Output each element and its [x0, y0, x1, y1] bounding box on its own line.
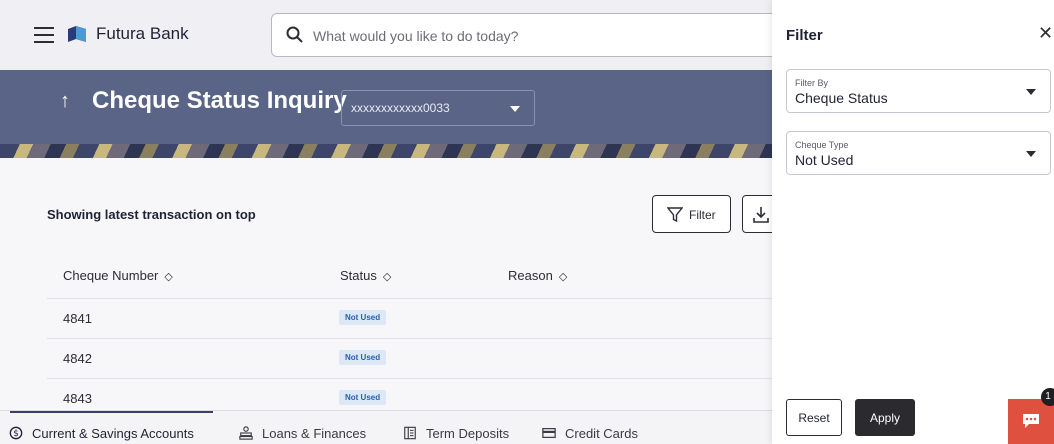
- tab-term-deposits[interactable]: Term Deposits: [402, 426, 509, 441]
- filter-panel: Filter ✕ Filter By Cheque Status Cheque …: [772, 0, 1054, 444]
- filter-panel-title: Filter: [786, 27, 823, 44]
- list-caption: Showing latest transaction on top: [47, 207, 256, 222]
- deposit-icon: [404, 426, 416, 440]
- apply-button[interactable]: Apply: [855, 399, 915, 436]
- cheque-type-value: Not Used: [795, 152, 854, 168]
- cheque-type-select[interactable]: Cheque Type Not Used: [786, 131, 1051, 175]
- filter-button-label: Filter: [689, 208, 716, 222]
- status-badge: Not Used: [339, 310, 387, 325]
- column-header-reason[interactable]: Reason ◇: [508, 268, 567, 283]
- table-row[interactable]: 4841 Not Used: [47, 298, 772, 338]
- search-icon: [286, 26, 303, 43]
- product-tabs: $ Current & Savings Accounts Loans & Fin…: [0, 410, 772, 444]
- page-banner: ↑ Cheque Status Inquiry xxxxxxxxxxxx0033: [0, 70, 772, 158]
- table-row[interactable]: 4842 Not Used: [47, 338, 772, 378]
- reset-button[interactable]: Reset: [786, 399, 842, 436]
- menu-icon[interactable]: [34, 27, 54, 43]
- cheque-number: 4841: [63, 311, 92, 326]
- svg-text:$: $: [13, 429, 19, 439]
- cheque-number: 4843: [63, 391, 92, 406]
- loan-icon: [239, 426, 253, 440]
- filter-by-label: Filter By: [795, 78, 829, 88]
- tab-credit-cards[interactable]: Credit Cards: [541, 426, 638, 441]
- column-header-status[interactable]: Status ◇: [340, 268, 391, 283]
- sort-icon: ◇: [558, 271, 568, 283]
- notification-badge: 1: [1041, 388, 1054, 406]
- back-arrow-icon[interactable]: ↑: [60, 90, 70, 113]
- account-select[interactable]: xxxxxxxxxxxx0033: [341, 90, 535, 126]
- banner-decoration: [0, 144, 772, 158]
- bank-logo-icon: [68, 26, 86, 42]
- status-badge: Not Used: [339, 350, 387, 365]
- sort-icon: ◇: [382, 271, 392, 283]
- top-header: Futura Bank What would you like to do to…: [0, 0, 781, 70]
- active-tab-indicator: [10, 411, 213, 413]
- filter-button[interactable]: Filter: [652, 195, 731, 233]
- chevron-down-icon: [510, 106, 520, 112]
- filter-by-value: Cheque Status: [795, 90, 888, 106]
- cheque-type-label: Cheque Type: [795, 140, 849, 150]
- close-icon[interactable]: ✕: [1038, 23, 1053, 44]
- sort-icon: ◇: [164, 271, 173, 283]
- page-title: Cheque Status Inquiry: [92, 87, 347, 114]
- cheque-list: Showing latest transaction on top Filter…: [0, 158, 778, 410]
- chevron-down-icon: [1026, 89, 1036, 95]
- filter-icon: [667, 207, 683, 223]
- download-icon: [753, 207, 769, 223]
- account-number: xxxxxxxxxxxx0033: [351, 101, 450, 115]
- status-badge: Not Used: [339, 390, 387, 405]
- search-input[interactable]: What would you like to do today?: [313, 28, 518, 44]
- search-box[interactable]: What would you like to do today?: [271, 13, 781, 57]
- dollar-circle-icon: $: [9, 426, 23, 440]
- tab-current-savings[interactable]: $ Current & Savings Accounts: [8, 426, 194, 441]
- tab-loans-finances[interactable]: Loans & Finances: [238, 426, 366, 441]
- cheque-number: 4842: [63, 351, 92, 366]
- column-header-cheque-number[interactable]: Cheque Number ◇: [63, 268, 173, 283]
- brand-name[interactable]: Futura Bank: [96, 24, 189, 44]
- chat-icon: [1023, 414, 1039, 428]
- chevron-down-icon: [1026, 151, 1036, 157]
- credit-card-icon: [542, 428, 556, 438]
- filter-by-select[interactable]: Filter By Cheque Status: [786, 69, 1051, 113]
